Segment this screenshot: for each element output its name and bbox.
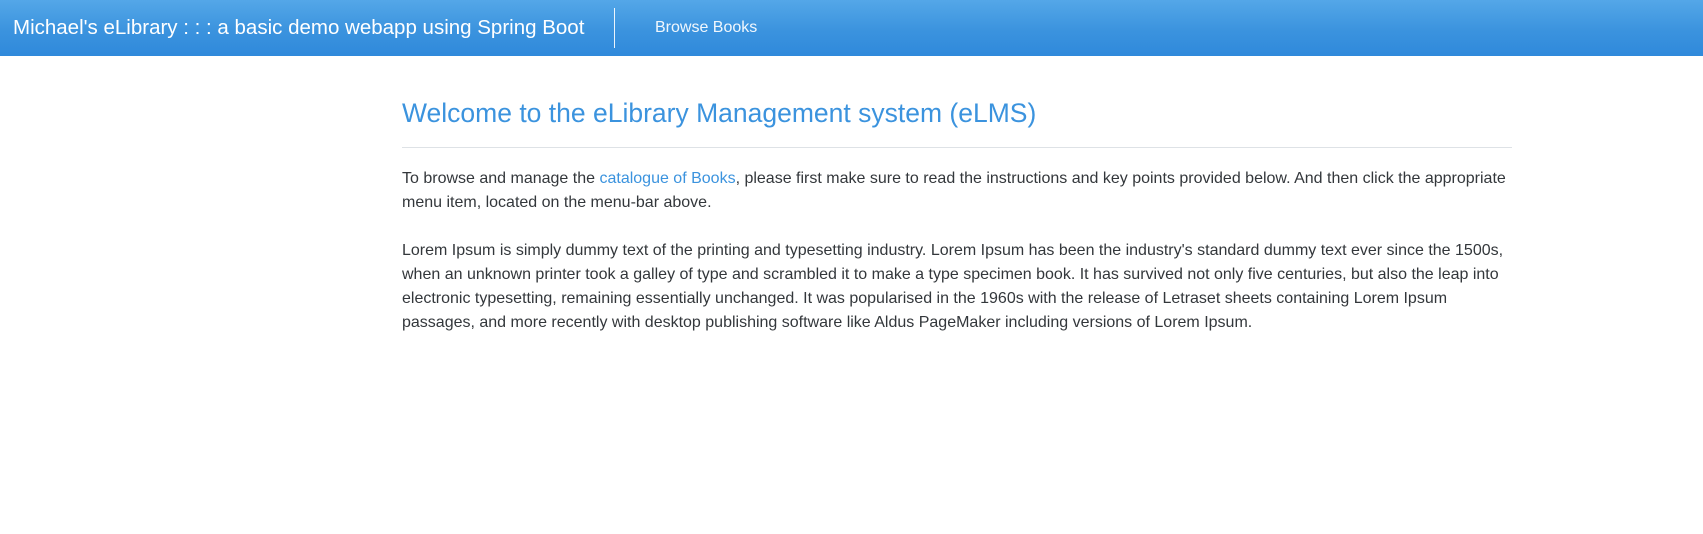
title-divider	[402, 147, 1512, 148]
nav-link-browse-books[interactable]: Browse Books	[655, 0, 757, 56]
intro-text-before-link: To browse and manage the	[402, 170, 600, 187]
intro-paragraph: To browse and manage the catalogue of Bo…	[402, 167, 1512, 215]
lorem-paragraph: Lorem Ipsum is simply dummy text of the …	[402, 242, 1504, 331]
page-title: Welcome to the eLibrary Management syste…	[402, 98, 1037, 128]
top-navbar: Michael's eLibrary : : : a basic demo we…	[0, 0, 1703, 56]
main-content: Welcome to the eLibrary Management syste…	[402, 56, 1512, 335]
brand-title[interactable]: Michael's eLibrary : : : a basic demo we…	[13, 0, 584, 56]
navbar-divider	[614, 8, 615, 48]
catalogue-of-books-link[interactable]: catalogue of Books	[599, 170, 735, 187]
